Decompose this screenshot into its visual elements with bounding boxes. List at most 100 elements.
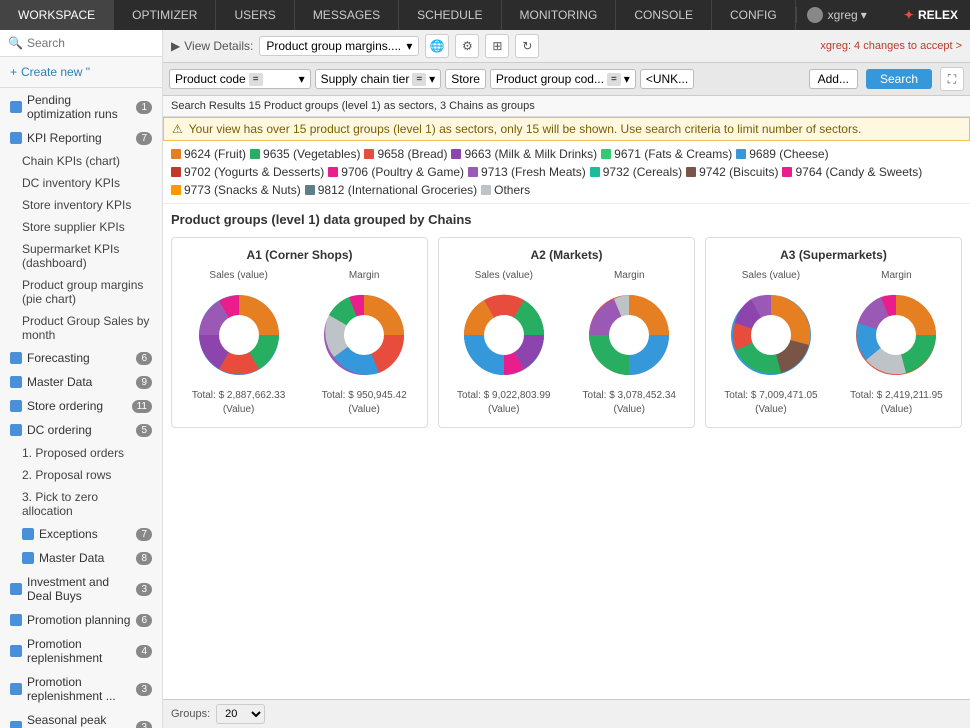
search-input[interactable]: [27, 36, 163, 50]
refresh-icon-button[interactable]: ↻: [515, 34, 539, 58]
nav-tab-optimizer[interactable]: OPTIMIZER: [114, 0, 216, 30]
expand-results-button[interactable]: ⛶: [940, 67, 964, 91]
sidebar-item-pick-to-zero[interactable]: 3. Pick to zero allocation: [0, 486, 162, 522]
search-button[interactable]: Search: [866, 69, 932, 89]
sidebar-item-store-inventory[interactable]: Store inventory KPIs: [0, 194, 162, 216]
nav-tab-workspace[interactable]: WORKSPACE: [0, 0, 114, 30]
sidebar-item-promotion-replenishment[interactable]: Promotion replenishment 4: [0, 632, 162, 670]
add-filter-button[interactable]: Add...: [809, 69, 858, 89]
charts-container: A1 (Corner Shops) Sales (value): [171, 237, 962, 428]
sidebar-item-store-ordering[interactable]: Store ordering 11: [0, 394, 162, 418]
filter-product-code[interactable]: Product code = ▾: [169, 69, 311, 89]
sidebar-item-label: 2. Proposal rows: [22, 468, 111, 482]
sidebar-item-label: Forecasting: [27, 351, 90, 365]
result-count-text: Search Results 15 Product groups (level …: [171, 100, 535, 112]
filter-store[interactable]: Store: [445, 69, 486, 89]
legend-item-label: 9706 (Poultry & Game): [341, 165, 464, 179]
sidebar-item-label: Store inventory KPIs: [22, 198, 131, 212]
sidebar-item-forecasting[interactable]: Forecasting 6: [0, 346, 162, 370]
nav-tab-monitoring[interactable]: MONITORING: [502, 0, 617, 30]
view-triangle-icon: ▶: [171, 39, 180, 53]
globe-icon-button[interactable]: 🌐: [425, 34, 449, 58]
sidebar-item-proposed-orders[interactable]: 1. Proposed orders: [0, 442, 162, 464]
pie-col-margin-a3: Margin Total: $ 2,41: [842, 270, 951, 417]
sidebar-item-label: Product group margins (pie chart): [22, 278, 143, 306]
sidebar-item-label: Store supplier KPIs: [22, 220, 125, 234]
legend-color-dot: [481, 185, 491, 195]
sidebar-item-promotion-replenishment-2[interactable]: Promotion replenishment ... 3: [0, 670, 162, 708]
groups-select[interactable]: 10 20 50 100: [216, 704, 265, 724]
sidebar-item-product-group-margins[interactable]: Product group margins (pie chart): [0, 274, 162, 310]
sidebar-item-label: DC inventory KPIs: [22, 176, 120, 190]
legend-color-dot: [364, 149, 374, 159]
settings-icon-button[interactable]: ⚙: [455, 34, 479, 58]
nav-tab-messages[interactable]: MESSAGES: [295, 0, 399, 30]
filter-supply-chain-tier[interactable]: Supply chain tier = ▾: [315, 69, 442, 89]
nav-tab-schedule[interactable]: SCHEDULE: [399, 0, 501, 30]
sidebar-item-label: Supermarket KPIs (dashboard): [22, 242, 119, 270]
legend-item: 9671 (Fats & Creams): [601, 147, 732, 161]
sidebar-item-dc-ordering[interactable]: DC ordering 5: [0, 418, 162, 442]
chain-title-a2: A2 (Markets): [449, 248, 684, 262]
chain-group-a3: A3 (Supermarkets) Sales (value): [705, 237, 962, 428]
sidebar-item-pending-optimization[interactable]: Pending optimization runs 1: [0, 88, 162, 126]
nav-tab-config[interactable]: CONFIG: [712, 0, 796, 30]
status-bar: Search Results 15 Product groups (level …: [163, 96, 970, 117]
legend-color-dot: [305, 185, 315, 195]
changes-label[interactable]: xgreg: 4 changes to accept >: [820, 40, 962, 52]
sidebar-item-kpi-reporting[interactable]: KPI Reporting 7: [0, 126, 162, 150]
sidebar-item-count: 4: [136, 645, 152, 658]
sidebar-item-investment-deal[interactable]: Investment and Deal Buys 3: [0, 570, 162, 608]
chain-group-a1: A1 (Corner Shops) Sales (value): [171, 237, 428, 428]
sales-total-a3: Total: $ 7,009,471.05 (Value): [716, 389, 826, 417]
create-new-button[interactable]: + Create new ": [0, 57, 162, 88]
sidebar-item-chain-kpis[interactable]: Chain KPIs (chart): [0, 150, 162, 172]
legend-item: 9773 (Snacks & Nuts): [171, 183, 301, 197]
app-logo: ✦ RELEX: [892, 8, 970, 22]
sidebar-item-exceptions[interactable]: Exceptions 7: [0, 522, 162, 546]
nav-tab-users[interactable]: USERS: [216, 0, 294, 30]
sidebar-item-count: 6: [136, 614, 152, 627]
sidebar-item-master-data[interactable]: Master Data 9: [0, 370, 162, 394]
filter-op: =: [412, 73, 426, 86]
sidebar-item-count: 1: [136, 101, 152, 114]
bottom-bar: Groups: 10 20 50 100: [163, 699, 970, 728]
chart-title: Product groups (level 1) data grouped by…: [171, 212, 962, 227]
sidebar-item-master-data-sub[interactable]: Master Data 8: [0, 546, 162, 570]
legend-color-dot: [590, 167, 600, 177]
legend-item-label: 9663 (Milk & Milk Drinks): [464, 147, 597, 161]
legend-color-dot: [171, 167, 181, 177]
sales-pie-a3: [721, 285, 821, 385]
sidebar-item-label: Master Data: [27, 375, 92, 389]
legend-item-label: 9635 (Vegetables): [263, 147, 360, 161]
filter-unk[interactable]: <UNK...: [640, 69, 694, 89]
filter-product-group-code[interactable]: Product group cod... = ▾: [490, 69, 636, 89]
view-dropdown[interactable]: Product group margins.... ▾: [259, 36, 419, 56]
warning-bar: ⚠ Your view has over 15 product groups (…: [163, 117, 970, 141]
legend-item-label: 9658 (Bread): [377, 147, 447, 161]
sidebar-item-label: Exceptions: [39, 527, 98, 541]
sidebar-item-label: KPI Reporting: [27, 131, 102, 145]
folder-icon: [10, 376, 22, 388]
sidebar-item-label: DC ordering: [27, 423, 92, 437]
sidebar-item-promotion-planning[interactable]: Promotion planning 6: [0, 608, 162, 632]
main-area: 🔍 ⚙ + Create new " Pending optimization …: [0, 30, 970, 728]
top-navigation: WORKSPACE OPTIMIZER USERS MESSAGES SCHED…: [0, 0, 970, 30]
sidebar-item-label: 3. Pick to zero allocation: [22, 490, 98, 518]
nav-tab-console[interactable]: CONSOLE: [616, 0, 712, 30]
sidebar-item-store-supplier[interactable]: Store supplier KPIs: [0, 216, 162, 238]
plus-icon: +: [10, 65, 17, 79]
legend-item-label: 9689 (Cheese): [749, 147, 828, 161]
margin-total-a2: Total: $ 3,078,452.34 (Value): [575, 389, 685, 417]
sidebar-item-proposal-rows[interactable]: 2. Proposal rows: [0, 464, 162, 486]
sidebar-item-seasonal-peak[interactable]: Seasonal peak planning 3: [0, 708, 162, 728]
sidebar-item-count: 3: [136, 683, 152, 696]
user-menu[interactable]: xgreg ▾: [796, 7, 877, 23]
grid-icon-button[interactable]: ⊞: [485, 34, 509, 58]
sidebar-item-product-group-sales[interactable]: Product Group Sales by month: [0, 310, 162, 346]
sidebar-item-dc-inventory[interactable]: DC inventory KPIs: [0, 172, 162, 194]
legend-item: 9742 (Biscuits): [686, 165, 778, 179]
folder-icon: [10, 132, 22, 144]
sidebar-item-supermarket-kpis[interactable]: Supermarket KPIs (dashboard): [0, 238, 162, 274]
folder-icon: [10, 400, 22, 412]
